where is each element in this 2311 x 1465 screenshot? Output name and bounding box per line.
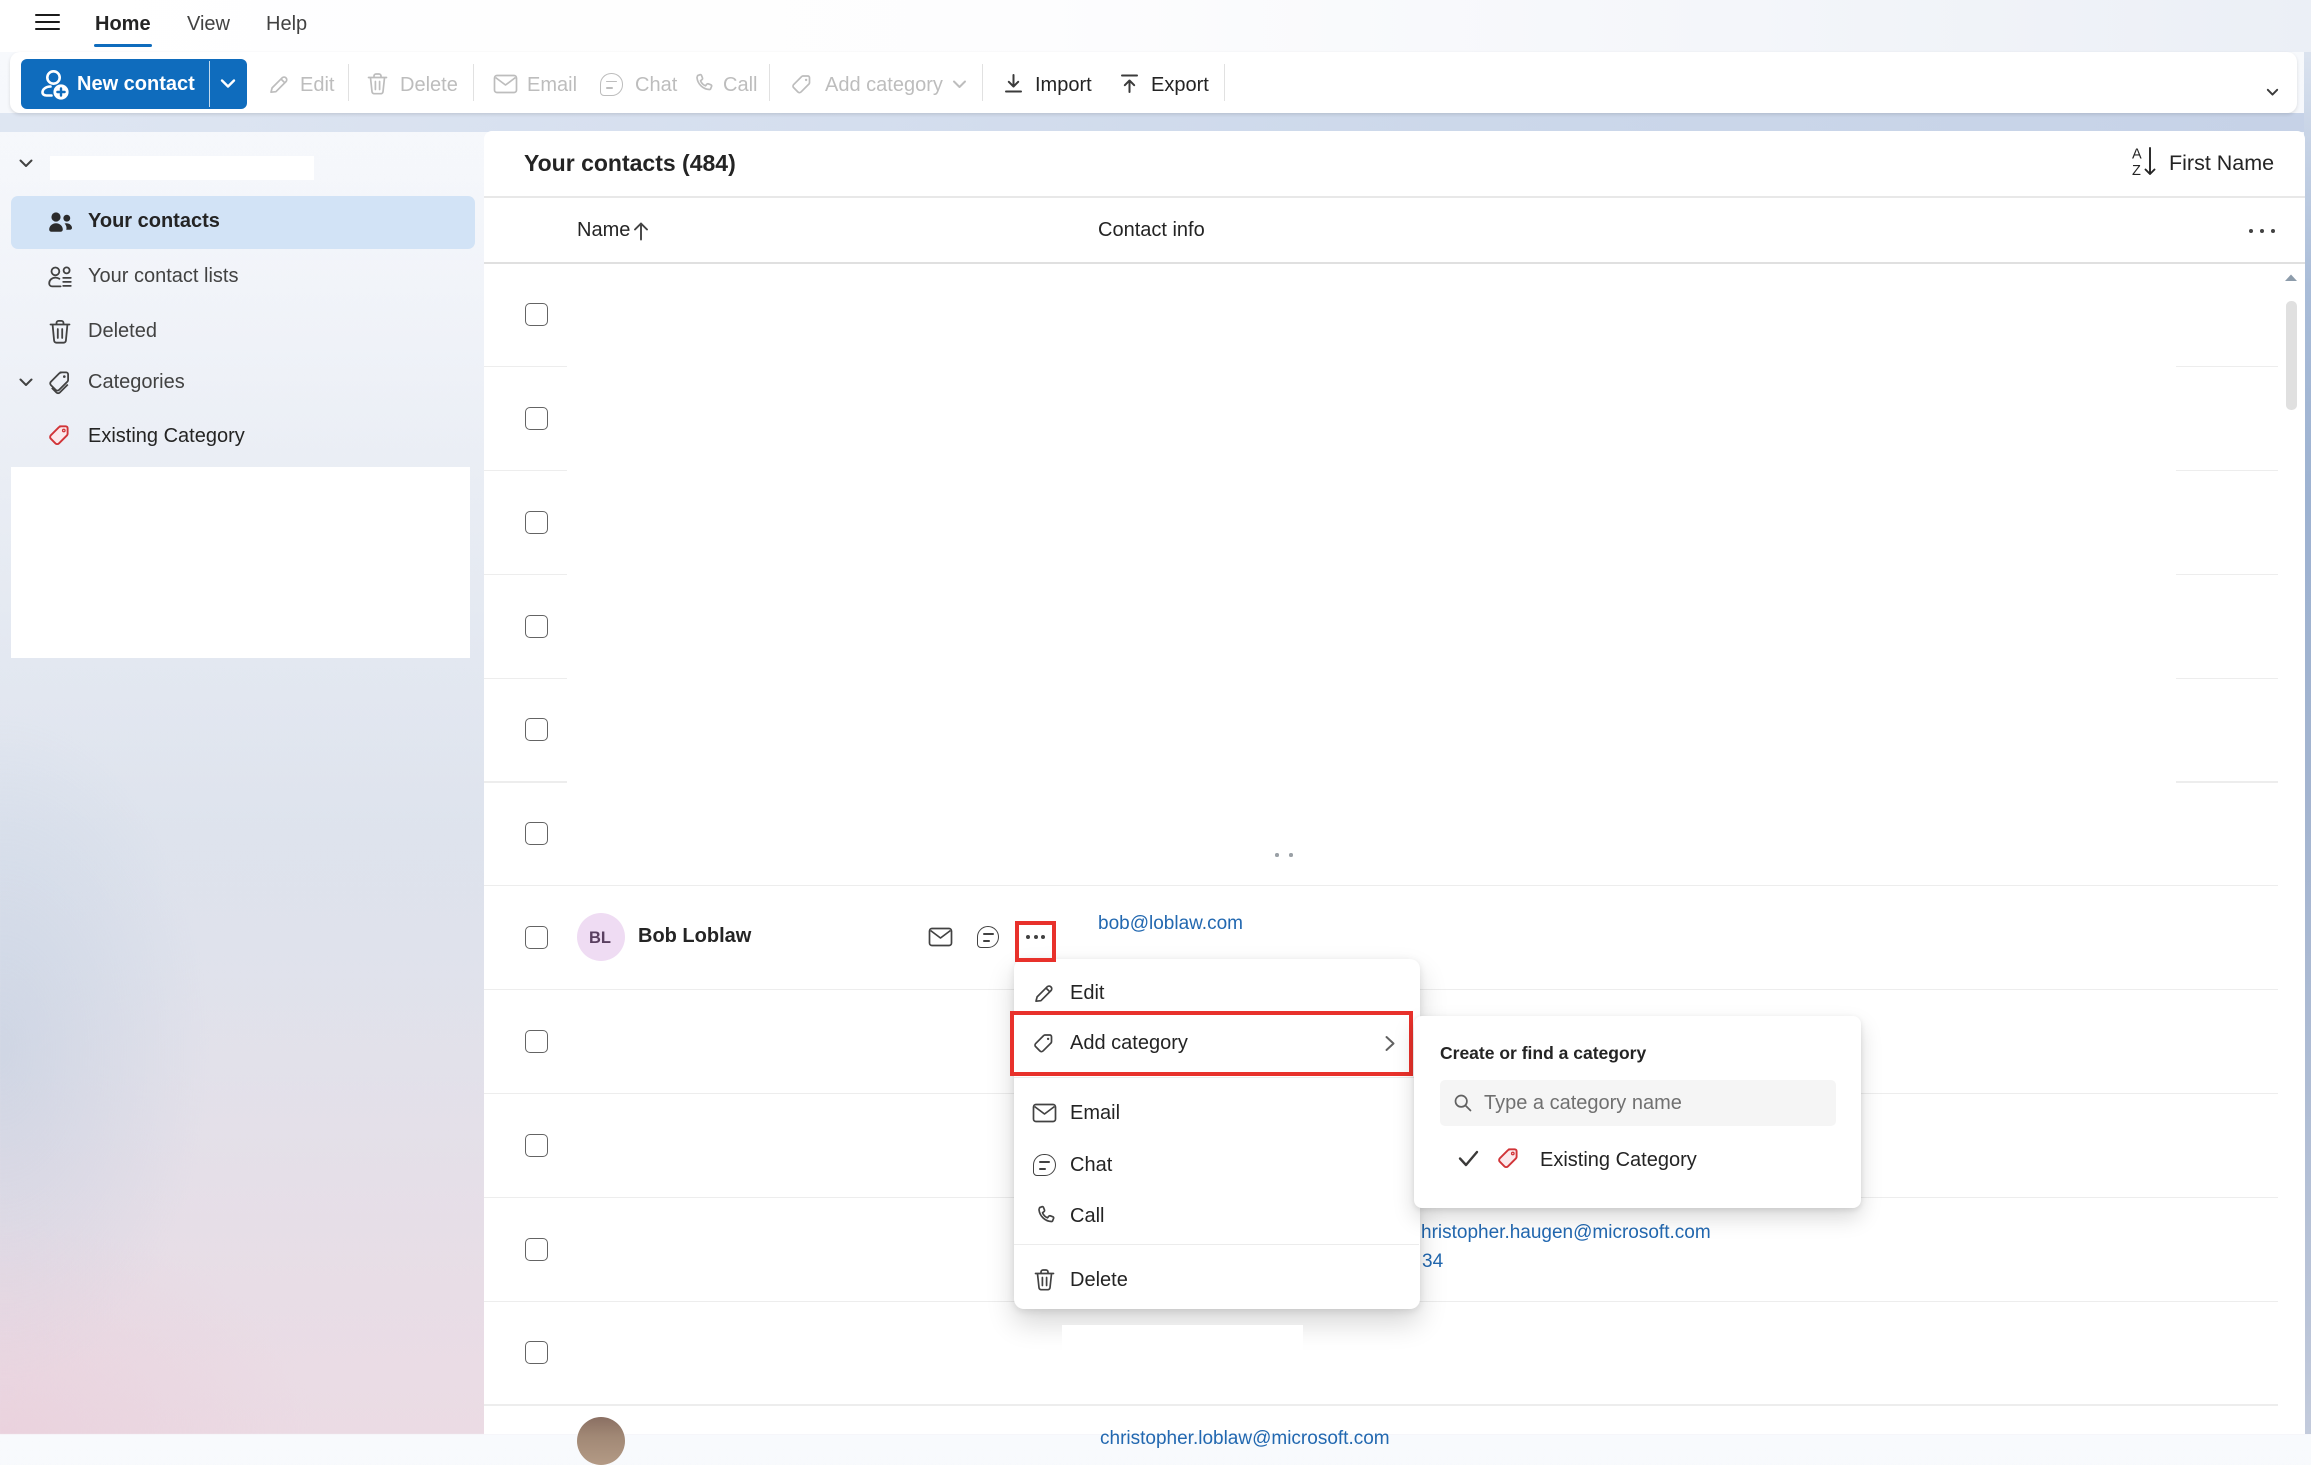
svg-text:A: A bbox=[2132, 147, 2142, 163]
svg-text:Z: Z bbox=[2132, 163, 2141, 179]
